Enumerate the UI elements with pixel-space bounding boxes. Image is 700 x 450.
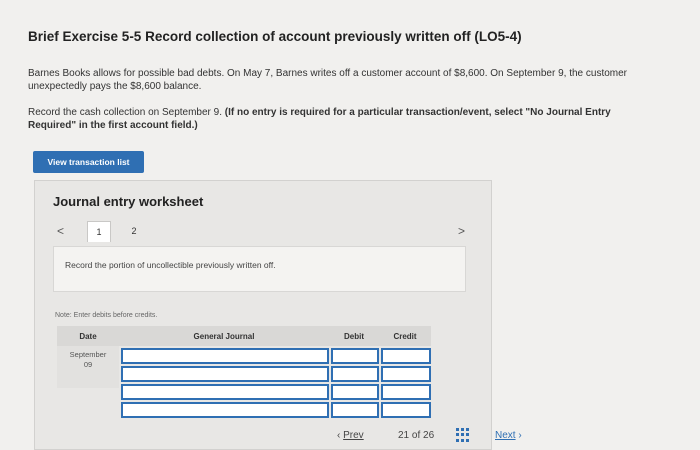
debit-field[interactable] bbox=[331, 402, 379, 418]
journal-table: Date General Journal Debit Credit Septem… bbox=[57, 326, 431, 418]
header-debit: Debit bbox=[329, 326, 379, 346]
journal-entry-worksheet: Journal entry worksheet < 1 2 > Record t… bbox=[34, 180, 492, 450]
page-total: 26 bbox=[423, 430, 435, 441]
header-general-journal: General Journal bbox=[119, 326, 329, 346]
chevron-right-icon[interactable]: > bbox=[458, 224, 465, 238]
next-button[interactable]: Next › bbox=[495, 430, 522, 441]
chevron-right-icon: › bbox=[518, 430, 522, 441]
entry-instruction: Record the portion of uncollectible prev… bbox=[65, 260, 276, 270]
credit-field[interactable] bbox=[381, 402, 431, 418]
header-credit: Credit bbox=[379, 326, 431, 346]
entry-instruction-box: Record the portion of uncollectible prev… bbox=[53, 246, 466, 292]
tab-2[interactable]: 2 bbox=[123, 221, 145, 241]
account-field[interactable] bbox=[121, 384, 329, 400]
chevron-left-icon[interactable]: < bbox=[57, 224, 64, 238]
page: Brief Exercise 5-5 Record collection of … bbox=[0, 0, 700, 450]
header-date: Date bbox=[57, 326, 119, 346]
credit-field[interactable] bbox=[381, 348, 431, 364]
tab-1[interactable]: 1 bbox=[87, 221, 111, 242]
account-field[interactable] bbox=[121, 348, 329, 364]
page-title: Brief Exercise 5-5 Record collection of … bbox=[28, 29, 522, 44]
page-indicator: 21 of 26 bbox=[398, 430, 434, 441]
grid-icon[interactable] bbox=[456, 428, 470, 442]
debit-field[interactable] bbox=[331, 384, 379, 400]
debit-field[interactable] bbox=[331, 366, 379, 382]
problem-instructions: Record the cash collection on September … bbox=[28, 106, 653, 132]
next-label: Next bbox=[495, 430, 516, 441]
prev-button[interactable]: ‹ Prev bbox=[337, 430, 364, 441]
page-current: 21 bbox=[398, 430, 410, 441]
account-field[interactable] bbox=[121, 402, 329, 418]
date-month: September bbox=[69, 350, 107, 359]
chevron-left-icon: ‹ bbox=[337, 430, 341, 441]
date-day: 09 bbox=[83, 360, 93, 369]
credit-field[interactable] bbox=[381, 366, 431, 382]
worksheet-title: Journal entry worksheet bbox=[53, 194, 204, 209]
prev-label: Prev bbox=[343, 430, 364, 441]
problem-description: Barnes Books allows for possible bad deb… bbox=[28, 68, 628, 92]
date-cell: September 09 bbox=[57, 346, 119, 388]
view-transaction-list-button[interactable]: View transaction list bbox=[33, 151, 144, 173]
debits-note: Note: Enter debits before credits. bbox=[55, 312, 158, 319]
page-of: of bbox=[411, 430, 421, 441]
instruction-prefix: Record the cash collection on September … bbox=[28, 107, 225, 118]
debit-field[interactable] bbox=[331, 348, 379, 364]
account-field[interactable] bbox=[121, 366, 329, 382]
credit-field[interactable] bbox=[381, 384, 431, 400]
